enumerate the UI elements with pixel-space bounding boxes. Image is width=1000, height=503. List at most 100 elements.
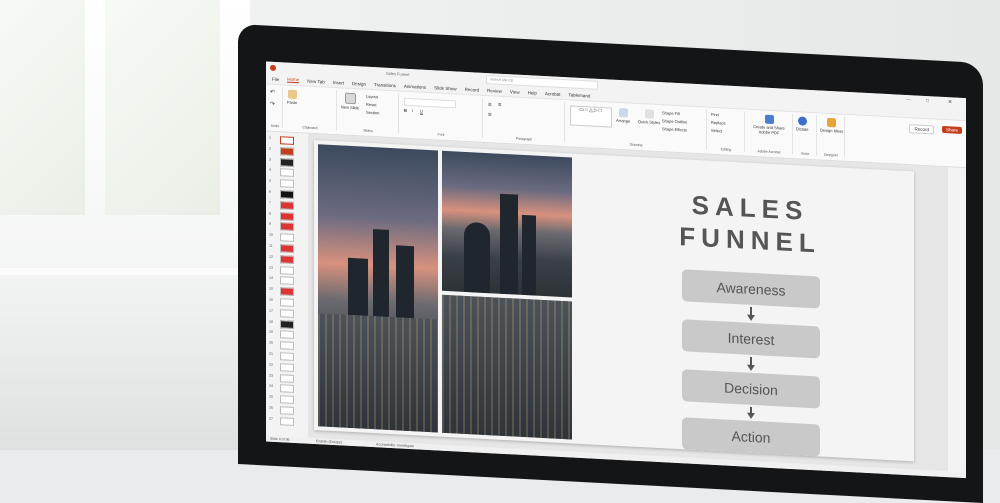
tab-insert[interactable]: Insert xyxy=(333,79,344,85)
slide-thumbnail[interactable] xyxy=(280,244,294,253)
thumbnail-number: 23 xyxy=(269,373,273,378)
slide-thumbnail[interactable] xyxy=(280,157,294,167)
share-button[interactable]: Share xyxy=(941,125,962,134)
tab-help[interactable]: Help xyxy=(528,90,537,95)
tab-design[interactable]: Design xyxy=(352,80,366,86)
slide-thumbnail[interactable] xyxy=(280,373,294,383)
thumbnail-number: 10 xyxy=(269,232,273,238)
tab-record[interactable]: Record xyxy=(465,86,480,92)
arrange-button[interactable]: Arrange xyxy=(616,107,630,124)
slide-thumbnail[interactable] xyxy=(280,265,294,275)
thumbnail-number: 6 xyxy=(269,189,271,194)
font-name-dropdown[interactable] xyxy=(404,97,456,109)
thumbnail-number: 25 xyxy=(269,394,273,400)
slide-thumbnail[interactable] xyxy=(280,330,294,340)
select-button[interactable]: Select xyxy=(711,128,722,134)
slide-thumbnail[interactable] xyxy=(280,395,294,405)
tab-new-tab[interactable]: New Tab xyxy=(307,78,324,84)
slide-thumbnail[interactable] xyxy=(280,406,294,415)
slide-thumbnail[interactable] xyxy=(280,352,294,361)
slide-thumbnail[interactable] xyxy=(280,200,294,210)
italic-icon[interactable]: I xyxy=(412,108,413,113)
shape-outline-button[interactable]: Shape Outline xyxy=(662,118,687,124)
tab-acrobat[interactable]: Acrobat xyxy=(545,91,561,97)
slide-thumbnail[interactable] xyxy=(280,319,294,329)
funnel-step-action: Action xyxy=(682,417,820,457)
slide-thumbnail[interactable] xyxy=(280,276,294,286)
skyscraper xyxy=(500,193,518,295)
microphone-icon xyxy=(797,116,807,126)
ribbon-group-adobe: Create and Share Adobe PDF Adobe Acrobat xyxy=(746,111,793,154)
slide-canvas: SALES FUNNEL Awareness Interest Decision… xyxy=(308,133,948,473)
slide-thumbnail[interactable] xyxy=(280,308,294,318)
tab-file[interactable]: File xyxy=(272,76,279,81)
slide-thumbnail[interactable] xyxy=(280,287,294,297)
bullets-icon[interactable]: ≡ xyxy=(488,102,492,108)
create-share-pdf-button[interactable]: Create and Share Adobe PDF xyxy=(748,114,790,136)
tab-home[interactable]: Home xyxy=(287,76,300,84)
shape-fill-button[interactable]: Shape Fill xyxy=(662,110,680,116)
new-slide-button[interactable]: New Slide xyxy=(341,92,359,110)
ribbon-group-undo: ↶ ↷ Undo xyxy=(268,86,283,128)
design-ideas-label: Design Ideas xyxy=(820,127,844,134)
shape-effects-button[interactable]: Shape Effects xyxy=(662,126,687,132)
group-label: Paragraph xyxy=(515,136,533,142)
reset-button[interactable]: Reset xyxy=(366,102,376,108)
paste-button[interactable]: Paste xyxy=(287,89,297,105)
slide-thumbnail[interactable] xyxy=(280,362,294,372)
record-button[interactable]: Record xyxy=(909,124,934,135)
adobe-pdf-icon xyxy=(764,114,774,125)
align-left-icon[interactable]: ≡ xyxy=(488,112,492,118)
tab-view[interactable]: View xyxy=(510,89,520,95)
slide-thumbnail[interactable] xyxy=(280,416,294,426)
minimize-icon[interactable]: — xyxy=(906,97,911,103)
slide-thumbnail[interactable] xyxy=(280,136,294,145)
redo-icon[interactable]: ↷ xyxy=(270,101,275,108)
tab-tablemand[interactable]: Tablemand xyxy=(568,92,590,98)
language-indicator[interactable]: English (Europe) xyxy=(316,439,342,444)
thumbnail-number: 1 xyxy=(269,135,271,140)
skyscraper xyxy=(522,214,536,296)
slide-thumbnail[interactable] xyxy=(280,190,294,199)
quick-styles-button[interactable]: Quick Styles xyxy=(638,109,660,125)
section-button[interactable]: Section xyxy=(366,110,379,116)
slide-thumbnail[interactable] xyxy=(280,146,294,156)
close-icon[interactable]: ✕ xyxy=(948,99,952,105)
slide-thumbnail[interactable] xyxy=(280,211,294,221)
tab-slide-show[interactable]: Slide Show xyxy=(434,85,457,91)
arrow-down-icon xyxy=(750,406,752,415)
ribbon-group-paragraph: ≡ ≡ ≡ Paragraph xyxy=(484,97,565,143)
thumbnail-number: 24 xyxy=(269,384,273,389)
slide-thumbnail[interactable] xyxy=(280,222,294,232)
city-photo-top-right xyxy=(442,150,572,298)
accessibility-indicator[interactable]: Accessibility: Investigate xyxy=(376,442,414,448)
thumbnail-number: 8 xyxy=(269,211,271,216)
tab-animations[interactable]: Animations xyxy=(404,83,426,89)
underline-icon[interactable]: U xyxy=(420,109,423,114)
shapes-gallery-icon[interactable]: ▭○△▷□ xyxy=(570,105,612,128)
undo-icon[interactable]: ↶ xyxy=(270,89,275,96)
screen: Sales Funnel Search (Alt+Q) — □ ✕ File Ho… xyxy=(266,61,966,479)
slide-thumbnail[interactable] xyxy=(280,384,294,394)
thumbnail-number: 22 xyxy=(269,362,273,367)
tab-transitions[interactable]: Transitions xyxy=(374,82,396,88)
design-ideas-button[interactable]: Design Ideas xyxy=(820,117,844,134)
find-button[interactable]: Find xyxy=(711,112,719,117)
slide-thumbnail[interactable] xyxy=(280,179,294,189)
numbering-icon[interactable]: ≡ xyxy=(498,103,502,109)
slide-thumbnail[interactable] xyxy=(280,168,294,178)
layout-button[interactable]: Layout xyxy=(366,94,378,100)
tab-review[interactable]: Review xyxy=(487,88,502,94)
bold-icon[interactable]: B xyxy=(404,108,407,113)
slide-thumbnail[interactable] xyxy=(280,298,294,307)
maximize-icon[interactable]: □ xyxy=(926,98,929,104)
city-lights xyxy=(318,313,438,433)
arrange-icon xyxy=(618,107,628,118)
slide-thumbnail[interactable] xyxy=(280,254,294,264)
group-label: Slides xyxy=(363,128,373,134)
replace-button[interactable]: Replace xyxy=(711,120,726,126)
slide-thumbnail[interactable] xyxy=(280,341,294,351)
slide-thumbnail[interactable] xyxy=(280,233,294,243)
window-pane xyxy=(105,0,220,215)
dictate-button[interactable]: Dictate xyxy=(796,116,808,132)
